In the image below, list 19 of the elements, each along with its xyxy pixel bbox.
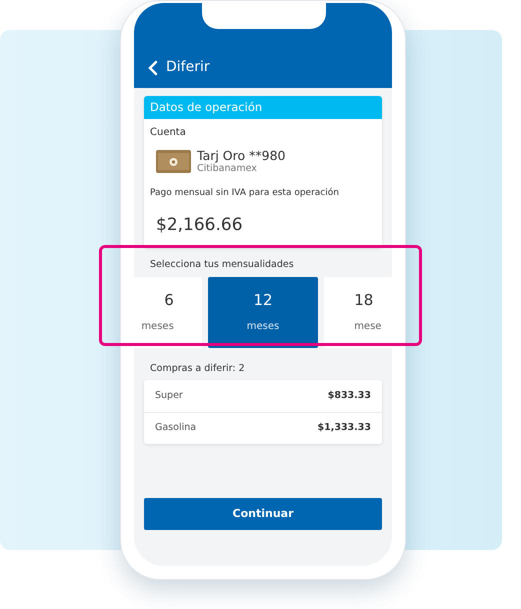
credit-card-icon — [156, 150, 191, 174]
installment-option[interactable]: 6 meses — [134, 276, 202, 348]
card-title: Datos de operación — [144, 96, 382, 120]
installments-label: Selecciona tus mensualidades — [150, 258, 295, 272]
purchase-name: Super — [155, 388, 183, 403]
payment-label: Pago mensual sin IVA para esta operación — [150, 187, 340, 200]
purchase-name: Gasolina — [155, 421, 196, 436]
installment-option[interactable]: 12 meses — [208, 276, 318, 348]
purchase-amount: $1,333.33 — [318, 421, 371, 436]
payment-amount: $2,166.66 — [156, 214, 244, 237]
continue-button[interactable]: Continuar — [144, 498, 382, 530]
installment-option[interactable]: 18 mese — [324, 276, 392, 348]
purchases-label: Compras a diferir: 2 — [150, 362, 246, 376]
account-label: Cuenta — [150, 126, 187, 140]
card-name: Tarj Oro **980 — [197, 148, 286, 164]
bank-name: Citibanamex — [197, 163, 258, 176]
chevron-left-icon — [148, 60, 158, 76]
back-button[interactable]: Diferir — [148, 57, 210, 78]
purchase-amount: $833.33 — [328, 388, 371, 403]
